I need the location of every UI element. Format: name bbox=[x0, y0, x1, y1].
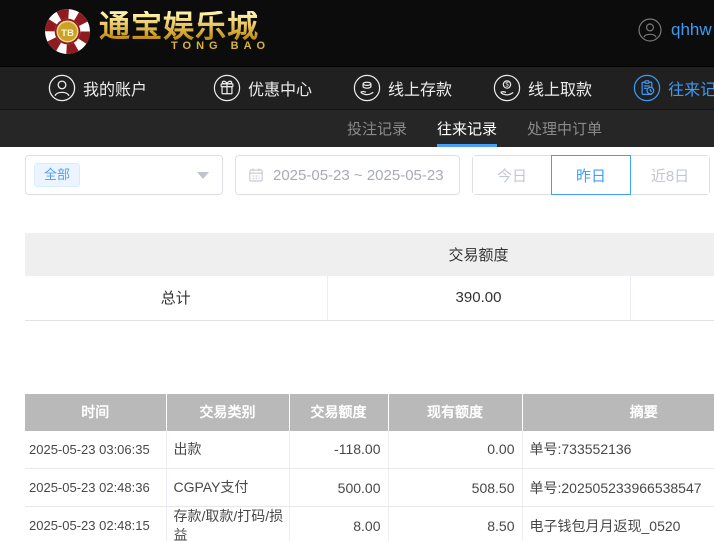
site-logo[interactable]: TB 通宝娱乐城 TONG BAO bbox=[44, 8, 270, 55]
poker-chip-logo-icon: TB bbox=[44, 8, 91, 55]
summary-header-amount: 交易额度 bbox=[327, 233, 630, 276]
today-button[interactable]: 今日 bbox=[473, 156, 551, 194]
logo-subtitle: TONG BAO bbox=[171, 40, 270, 52]
cell-type: 出款 bbox=[166, 431, 289, 469]
calendar-icon bbox=[248, 167, 264, 183]
content-area: 全部 2025-05-23 ~ 2025-05-23 今日 昨日 近8日 bbox=[0, 155, 714, 541]
selected-type-tag: 全部 bbox=[34, 163, 80, 188]
username: qhhw bbox=[671, 20, 712, 40]
date-range-value: 2025-05-23 ~ 2025-05-23 bbox=[273, 167, 444, 184]
page: TB 通宝娱乐城 TONG BAO qhhw 我的账户 bbox=[0, 0, 714, 541]
quick-date-button-group: 今日 昨日 近8日 bbox=[472, 155, 710, 195]
nav-item-label: 我的账户 bbox=[83, 76, 147, 100]
table-row: 2025-05-23 03:06:35 出款 -118.00 0.00 单号:7… bbox=[25, 431, 714, 469]
cell-summary: 电子钱包月月返现_0520 bbox=[522, 507, 714, 541]
cell-amount: 8.00 bbox=[289, 507, 388, 541]
summary-header-row: 交易额度 bbox=[25, 233, 714, 276]
nav-item-transactions[interactable]: 往来记录 bbox=[633, 74, 714, 102]
cell-summary: 单号:733552136 bbox=[522, 431, 714, 469]
gift-icon bbox=[213, 74, 241, 102]
cell-balance: 8.50 bbox=[388, 507, 522, 541]
logo-title: 通宝娱乐城 bbox=[99, 11, 270, 44]
main-nav: 我的账户 优惠中心 线上存款 bbox=[0, 66, 714, 110]
summary-empty-cell bbox=[630, 276, 714, 320]
user-avatar-icon bbox=[638, 18, 662, 42]
records-clipboard-clock-icon bbox=[633, 74, 661, 102]
summary-total-label: 总计 bbox=[25, 276, 327, 320]
col-header-type: 交易类别 bbox=[166, 394, 289, 431]
summary-header-empty bbox=[25, 233, 327, 276]
summary-total-amount: 390.00 bbox=[327, 276, 630, 320]
cell-balance: 0.00 bbox=[388, 431, 522, 469]
nav-item-label: 往来记录 bbox=[668, 76, 714, 100]
cell-type: CGPAY支付 bbox=[166, 469, 289, 507]
caret-down-icon bbox=[197, 172, 209, 179]
cell-time: 2025-05-23 03:06:35 bbox=[25, 431, 166, 469]
col-header-balance: 现有额度 bbox=[388, 394, 522, 431]
summary-table: 交易额度 总计 390.00 bbox=[25, 233, 714, 321]
svg-text:TB: TB bbox=[61, 28, 74, 39]
tab-betting-records[interactable]: 投注记录 bbox=[347, 110, 407, 147]
last8days-button[interactable]: 近8日 bbox=[631, 156, 709, 194]
user-account[interactable]: qhhw bbox=[638, 18, 712, 42]
withdraw-hand-dollar-icon: $ bbox=[493, 74, 521, 102]
records-tab-bar: 投注记录 往来记录 处理中订单 bbox=[0, 110, 714, 147]
cell-time: 2025-05-23 02:48:36 bbox=[25, 469, 166, 507]
user-circle-icon bbox=[48, 74, 76, 102]
cell-summary: 单号:202505233966538547 bbox=[522, 469, 714, 507]
table-row: 2025-05-23 02:48:15 存款/取款/打码/损益 8.00 8.5… bbox=[25, 507, 714, 541]
nav-item-label: 线上存款 bbox=[388, 76, 452, 100]
logo-text: 通宝娱乐城 TONG BAO bbox=[99, 11, 270, 52]
records-table: 时间 交易类别 交易额度 现有额度 摘要 2025-05-23 03:06:35… bbox=[25, 394, 714, 541]
col-header-amount: 交易额度 bbox=[289, 394, 388, 431]
col-header-summary: 摘要 bbox=[522, 394, 714, 431]
top-header: TB 通宝娱乐城 TONG BAO qhhw bbox=[0, 0, 714, 66]
summary-header-empty bbox=[630, 233, 714, 276]
nav-item-my-account[interactable]: 我的账户 bbox=[48, 74, 147, 102]
tab-processing-orders[interactable]: 处理中订单 bbox=[527, 110, 602, 147]
deposit-hand-coins-icon bbox=[353, 74, 381, 102]
nav-item-promotions[interactable]: 优惠中心 bbox=[213, 74, 312, 102]
col-header-time: 时间 bbox=[25, 394, 166, 431]
records-header-row: 时间 交易类别 交易额度 现有额度 摘要 bbox=[25, 394, 714, 431]
nav-item-withdraw[interactable]: $ 线上取款 bbox=[493, 74, 592, 102]
tab-transaction-records[interactable]: 往来记录 bbox=[437, 110, 497, 147]
cell-time: 2025-05-23 02:48:15 bbox=[25, 507, 166, 541]
nav-item-label: 线上取款 bbox=[528, 76, 592, 100]
transaction-type-select[interactable]: 全部 bbox=[25, 155, 223, 195]
nav-item-deposit[interactable]: 线上存款 bbox=[353, 74, 452, 102]
nav-item-label: 优惠中心 bbox=[248, 76, 312, 100]
yesterday-button[interactable]: 昨日 bbox=[551, 155, 631, 195]
table-row: 2025-05-23 02:48:36 CGPAY支付 500.00 508.5… bbox=[25, 469, 714, 507]
cell-type: 存款/取款/打码/损益 bbox=[166, 507, 289, 541]
cell-amount: 500.00 bbox=[289, 469, 388, 507]
cell-amount: -118.00 bbox=[289, 431, 388, 469]
summary-total-row: 总计 390.00 bbox=[25, 276, 714, 320]
filter-row: 全部 2025-05-23 ~ 2025-05-23 今日 昨日 近8日 bbox=[25, 155, 714, 195]
cell-balance: 508.50 bbox=[388, 469, 522, 507]
date-range-input[interactable]: 2025-05-23 ~ 2025-05-23 bbox=[235, 155, 460, 195]
